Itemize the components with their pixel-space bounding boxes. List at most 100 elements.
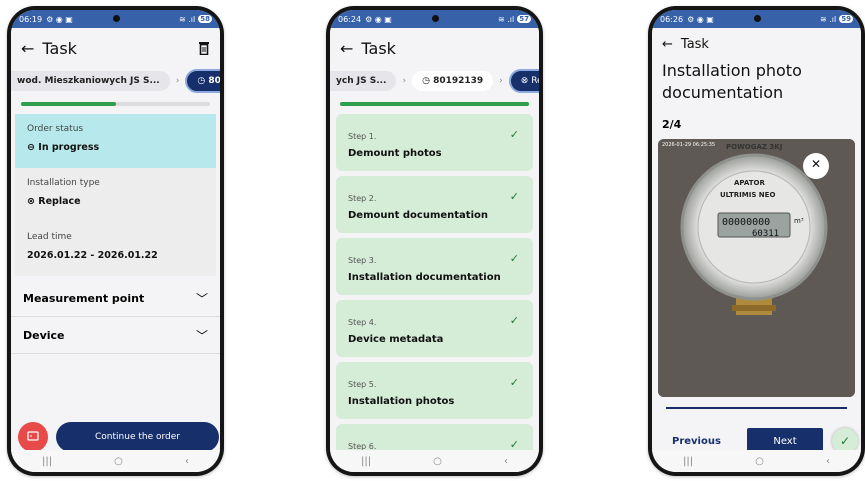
status-bar: 06:26 ⚙ ◉ ▣ ≋ .ıl 59 <box>652 10 861 28</box>
progress-fill <box>21 102 116 106</box>
check-icon: ✓ <box>509 376 519 389</box>
check-icon: ✓ <box>509 128 519 141</box>
photo-underline <box>666 407 847 409</box>
status-right: ≋ .ıl 58 <box>179 15 212 24</box>
step-title: Installation documentation <box>348 272 501 283</box>
lead-time-value: 2026.01.22 - 2026.01.22 <box>27 250 158 261</box>
recents-icon[interactable]: ||| <box>683 456 693 467</box>
status-right: ≋ .ıl 59 <box>820 15 853 24</box>
screen-3: 06:26 ⚙ ◉ ▣ ≋ .ıl 59 ← Task Installation… <box>652 10 861 472</box>
meter-photo[interactable]: 2026-01-29 06:25:35 POWOGAZ 3KJ APATOR U… <box>658 139 855 397</box>
accordion-device[interactable]: Device ﹀ <box>11 317 220 354</box>
installation-type-text: Replace <box>38 196 81 207</box>
status-time: 06:24 <box>338 14 362 24</box>
step-item[interactable]: Step 1. Demount photos ✓ <box>336 114 533 171</box>
gauge-icon: ◷ <box>197 76 209 86</box>
step-number: Step 3. <box>348 256 377 265</box>
step-number: Step 2. <box>348 194 377 203</box>
replace-icon: ⊗ <box>27 196 39 207</box>
recents-icon[interactable]: ||| <box>42 456 52 467</box>
continue-order-button[interactable]: Continue the order <box>56 422 219 452</box>
app-header: ← Task <box>330 28 539 68</box>
step-item[interactable]: Step 2. Demount documentation ✓ <box>336 176 533 233</box>
order-status-card: Order status ⊖ In progress <box>15 114 216 168</box>
installation-type-label: Installation type <box>27 178 100 188</box>
battery-badge: 59 <box>839 15 853 23</box>
breadcrumb: ych JS S... › ◷ 80192139 › ⊗ Replace <box>330 68 539 94</box>
photo-counter: 2/4 <box>662 118 682 131</box>
breadcrumb-address[interactable]: ych JS S... <box>330 71 397 91</box>
step-item[interactable]: Step 5. Installation photos ✓ <box>336 362 533 419</box>
order-status-text: In progress <box>38 142 100 153</box>
screen-1: 06:19 ⚙ ◉ ▣ ≋ .ıl 58 ← Task wod. Mieszka… <box>11 10 220 472</box>
meter-unit: m³ <box>794 217 804 225</box>
back-arrow-icon[interactable]: ← <box>340 39 353 58</box>
status-time: 06:19 <box>19 14 43 24</box>
step-number: Step 4. <box>348 318 377 327</box>
back-arrow-icon[interactable]: ← <box>662 37 673 52</box>
check-icon: ✓ <box>839 434 851 448</box>
status-bar: 06:19 ⚙ ◉ ▣ ≋ .ıl 58 <box>11 10 220 28</box>
status-bar: 06:24 ⚙ ◉ ▣ ≋ .ıl 57 <box>330 10 539 28</box>
app-header: ← Task <box>652 28 861 60</box>
chevron-down-icon: ﹀ <box>195 328 208 343</box>
step-title: Device metadata <box>348 334 444 345</box>
home-icon[interactable]: ○ <box>114 456 123 467</box>
battery-badge: 58 <box>198 15 212 23</box>
order-number: 80192139 <box>208 76 220 86</box>
trash-icon[interactable] <box>198 41 210 55</box>
lead-time-card: Lead time 2026.01.22 - 2026.01.22 <box>15 222 216 276</box>
check-icon: ✓ <box>509 314 519 327</box>
signal-icon: ≋ .ıl <box>179 14 196 24</box>
meter-maker: APATOR <box>734 179 765 187</box>
step-number: Step 5. <box>348 380 377 389</box>
back-icon[interactable]: ‹ <box>185 456 189 467</box>
order-status-value: ⊖ In progress <box>27 142 204 153</box>
step-title: Demount photos <box>348 148 442 159</box>
breadcrumb-address[interactable]: wod. Mieszkaniowych JS S... <box>11 71 170 91</box>
installation-type-value: ⊗ Replace <box>27 196 204 207</box>
system-nav-bar: ||| ○ ‹ <box>652 450 861 472</box>
screen-2: 06:24 ⚙ ◉ ▣ ≋ .ıl 57 ← Task ych JS S... … <box>330 10 539 472</box>
close-icon[interactable]: ✕ <box>809 157 823 175</box>
home-icon[interactable]: ○ <box>433 456 442 467</box>
check-icon: ✓ <box>509 190 519 203</box>
meter-digits: 00000000 <box>722 217 771 228</box>
accordion-label: Measurement point <box>23 291 145 305</box>
type-label: Replace <box>531 76 539 86</box>
back-arrow-icon[interactable]: ← <box>21 39 34 58</box>
breadcrumb: wod. Mieszkaniowych JS S... › ◷ 80192139 <box>11 68 220 94</box>
notification-icons: ⚙ ◉ ▣ <box>365 14 392 24</box>
chat-button[interactable] <box>18 422 48 452</box>
phone-2: 06:24 ⚙ ◉ ▣ ≋ .ıl 57 ← Task ych JS S... … <box>326 6 543 476</box>
system-nav-bar: ||| ○ ‹ <box>11 450 220 472</box>
signal-icon: ≋ .ıl <box>820 14 837 24</box>
breadcrumb-separator: › <box>499 76 503 86</box>
app-header: ← Task <box>11 28 220 68</box>
camera-icon <box>112 15 120 22</box>
order-number: 80192139 <box>433 76 484 86</box>
back-icon[interactable]: ‹ <box>504 456 508 467</box>
section-title: Installation photo documentation <box>662 61 802 102</box>
breadcrumb-type[interactable]: ⊗ Replace <box>508 69 539 93</box>
recents-icon[interactable]: ||| <box>361 456 371 467</box>
breadcrumb-order[interactable]: ◷ 80192139 <box>412 71 494 91</box>
step-item[interactable]: Step 3. Installation documentation ✓ <box>336 238 533 295</box>
home-icon[interactable]: ○ <box>755 456 764 467</box>
breadcrumb-order[interactable]: ◷ 80192139 <box>185 69 220 93</box>
progress-bar <box>340 102 529 106</box>
progress-fill <box>340 102 529 106</box>
step-item[interactable]: Step 4. Device metadata ✓ <box>336 300 533 357</box>
progress-bar <box>21 102 210 106</box>
replace-icon: ⊗ <box>520 76 532 86</box>
continue-order-label: Continue the order <box>95 432 180 442</box>
status-time: 06:26 <box>660 14 684 24</box>
notification-icons: ⚙ ◉ ▣ <box>46 14 73 24</box>
accordion-measurement-point[interactable]: Measurement point ﹀ <box>11 280 220 317</box>
clock-icon: ⊖ <box>27 142 39 153</box>
back-icon[interactable]: ‹ <box>826 456 830 467</box>
step-title: Installation photos <box>348 396 455 407</box>
lead-time-label: Lead time <box>27 232 72 242</box>
meter-model: ULTRIMIS NEO <box>720 191 776 199</box>
accordion-label: Device <box>23 328 65 342</box>
